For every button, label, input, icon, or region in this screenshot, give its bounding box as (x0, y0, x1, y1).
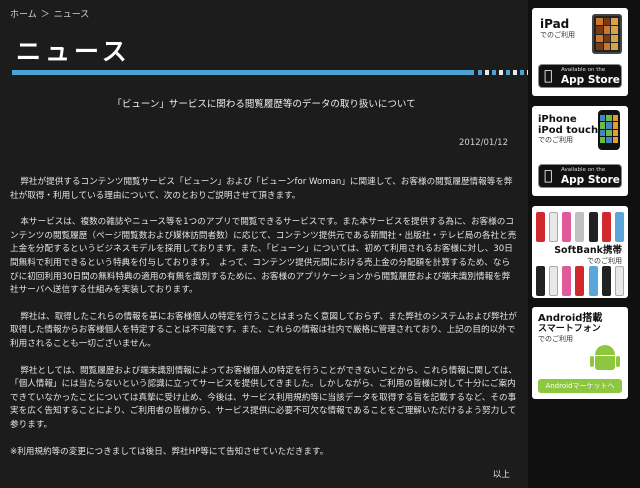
ipad-banner-subtitle: でのご利用 (540, 31, 575, 39)
android-banner-title-2: スマートフォン (538, 324, 601, 334)
breadcrumb-current: ニュース (53, 10, 90, 20)
softbank-banner-title: SoftBank携帯 (554, 245, 622, 256)
softbank-banner-subtitle: でのご利用 (587, 257, 622, 265)
android-banner-subtitle: でのご利用 (538, 335, 573, 343)
ipad-banner-title: iPad (540, 17, 570, 31)
breadcrumb-separator: ＞ (40, 10, 50, 20)
android-market-button[interactable]: Androidマーケットへ (538, 379, 622, 393)
main-content: ホーム＞ニュース ニュース 「ビューン」サービスに関わる閲覧履歴等のデータの取り… (0, 0, 538, 488)
article-body: 弊社が提供するコンテンツ閲覧サービス「ビューン」および「ビューンfor Woma… (10, 176, 518, 472)
android-robot-icon (590, 345, 620, 375)
softbank-phones-image (536, 212, 624, 242)
article-paragraph: 弊社は、取得したこれらの情報を基にお客様個人の特定を行うことはまったく意図してお… (10, 311, 517, 349)
article-note: ※利用規約等の変更につきましては後日、弊社HP等にて告知させていただきます。 (10, 446, 329, 457)
article-title: 「ビューン」サービスに関わる閲覧履歴等のデータの取り扱いについて (112, 99, 416, 110)
android-banner-title: Android搭載 (538, 313, 603, 324)
breadcrumb: ホーム＞ニュース (10, 7, 93, 20)
title-divider (12, 70, 538, 75)
breadcrumb-home-link[interactable]: ホーム (10, 10, 37, 20)
article-date: 2012/01/12 (459, 138, 508, 148)
article-paragraph: 弊社としては、閲覧履歴および端末識別情報によってお客様個人の特定を行うことができ… (10, 365, 517, 430)
iphone-banner[interactable]: iPhone iPod touch でのご利用  Available on t… (532, 106, 628, 196)
ipad-image (592, 14, 622, 54)
ipad-banner[interactable]: iPad でのご利用  Available on the App Store (532, 8, 628, 96)
ipad-app-store-button[interactable]:  Available on the App Store (538, 64, 622, 88)
iphone-image (598, 110, 620, 150)
apple-icon:  (544, 168, 552, 184)
article-paragraph: 本サービスは、複数の雑誌やニュース等を1つのアプリで閲覧できるサービスです。また… (10, 217, 517, 296)
softbank-phones-image-2 (536, 266, 624, 296)
softbank-banner[interactable]: SoftBank携帯 でのご利用 (532, 206, 628, 298)
android-banner[interactable]: Android搭載 スマートフォン でのご利用 Androidマーケットへ (532, 307, 628, 399)
ipod-banner-title: iPod touch (538, 125, 599, 136)
article-closing: 以上 (492, 470, 510, 480)
iphone-banner-subtitle: でのご利用 (538, 136, 573, 144)
article-paragraph: 弊社が提供するコンテンツ閲覧サービス「ビューン」および「ビューンfor Woma… (10, 177, 513, 201)
iphone-app-store-button[interactable]:  Available on the App Store (538, 164, 622, 188)
iphone-banner-title: iPhone (538, 114, 577, 125)
page-title: ニュース (16, 37, 131, 66)
apple-icon:  (544, 68, 552, 84)
